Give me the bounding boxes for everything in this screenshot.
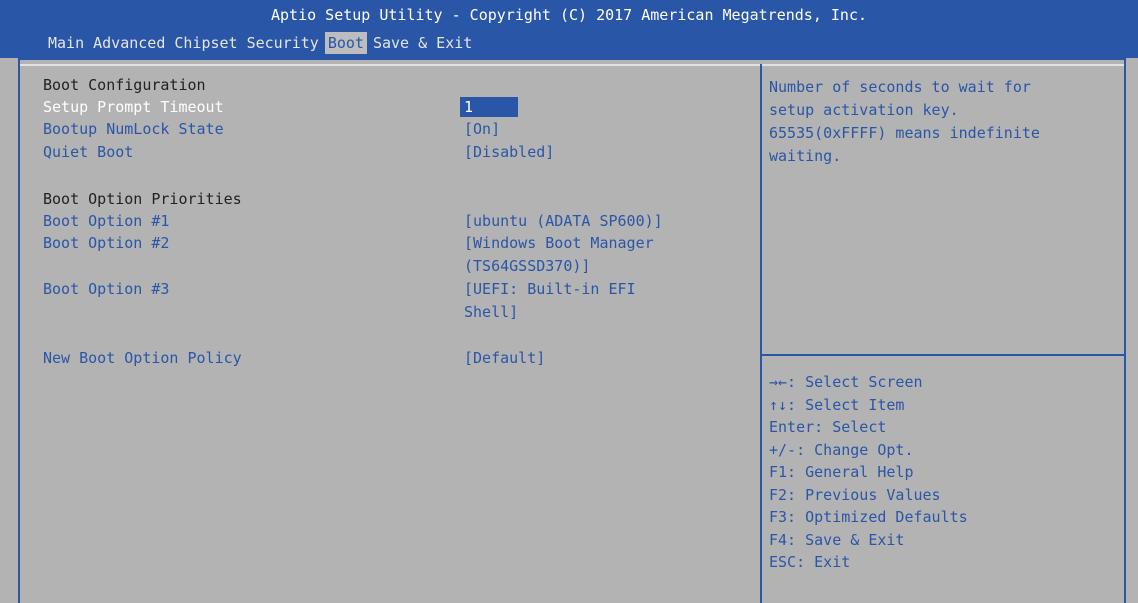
key-previous-values: F2: Previous Values [769, 486, 941, 504]
new-boot-option-policy-label[interactable]: New Boot Option Policy [43, 348, 242, 368]
tab-advanced[interactable]: Advanced [90, 32, 168, 54]
app-title: Aptio Setup Utility - Copyright (C) 2017… [270, 6, 868, 24]
boot-option-2-label[interactable]: Boot Option #2 [43, 233, 169, 253]
frame-inner-border [20, 64, 1124, 66]
quiet-boot-value[interactable]: [Disabled] [464, 142, 554, 162]
key-general-help: F1: General Help [769, 463, 914, 481]
boot-configuration-heading: Boot Configuration [43, 76, 206, 94]
tab-security[interactable]: Security [244, 32, 322, 54]
help-text-line-3: 65535(0xFFFF) means indefinite [769, 124, 1040, 142]
boot-option-2-value[interactable]: [Windows Boot Manager [464, 233, 654, 253]
boot-option-2-value-cont[interactable]: (TS64GSSD370)] [464, 256, 590, 276]
help-text-line-2: setup activation key. [769, 101, 959, 119]
boot-option-1-value[interactable]: [ubuntu (ADATA SP600)] [464, 211, 663, 231]
setup-prompt-timeout-field[interactable]: 1 [460, 97, 518, 117]
boot-option-3-value-cont[interactable]: Shell] [464, 302, 518, 322]
key-save-exit: F4: Save & Exit [769, 531, 905, 549]
key-enter-select: Enter: Select [769, 418, 887, 436]
header-bar: Aptio Setup Utility - Copyright (C) 2017… [0, 0, 1138, 58]
help-text-line-4: waiting. [769, 147, 842, 165]
new-boot-option-policy-value[interactable]: [Default] [464, 348, 545, 368]
tab-chipset[interactable]: Chipset [171, 32, 240, 54]
tab-boot[interactable]: Boot [324, 32, 367, 54]
boot-option-3-label[interactable]: Boot Option #3 [43, 279, 169, 299]
boot-option-1-label[interactable]: Boot Option #1 [43, 211, 169, 231]
key-change-opt: +/-: Change Opt. [769, 441, 914, 459]
key-esc-exit: ESC: Exit [769, 553, 851, 571]
bootup-numlock-value[interactable]: [On] [464, 119, 500, 139]
panel-divider-horizontal [762, 354, 1126, 356]
boot-option-3-value[interactable]: [UEFI: Built-in EFI [464, 279, 636, 299]
tab-main[interactable]: Main [45, 32, 87, 54]
key-select-screen: →←: Select Screen [769, 373, 923, 391]
tab-save-exit[interactable]: Save & Exit [370, 32, 475, 54]
bootup-numlock-label[interactable]: Bootup NumLock State [43, 119, 224, 139]
panel-divider-vertical [760, 64, 762, 603]
tab-bar: Main Advanced Chipset Security Boot Save… [45, 32, 478, 54]
boot-option-priorities-heading: Boot Option Priorities [43, 190, 242, 208]
key-select-item: ↑↓: Select Item [769, 396, 905, 414]
quiet-boot-label[interactable]: Quiet Boot [43, 142, 133, 162]
key-optimized-defaults: F3: Optimized Defaults [769, 508, 968, 526]
help-text-line-1: Number of seconds to wait for [769, 78, 1031, 96]
setup-prompt-timeout-label[interactable]: Setup Prompt Timeout [43, 97, 224, 117]
